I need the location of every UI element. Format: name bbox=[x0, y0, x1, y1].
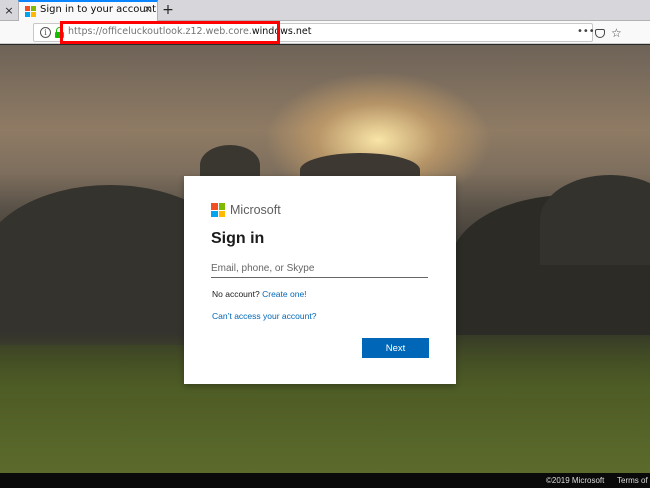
footer: ©2019 Microsoft Terms of use bbox=[0, 473, 650, 488]
copyright-text: ©2019 Microsoft bbox=[546, 476, 605, 485]
close-tab-icon[interactable]: × bbox=[144, 4, 152, 15]
microsoft-logo-icon bbox=[211, 203, 225, 217]
tab-title: Sign in to your account bbox=[40, 4, 157, 15]
browser-tab[interactable]: Sign in to your account × bbox=[18, 0, 158, 21]
microsoft-favicon-icon bbox=[25, 6, 36, 17]
brand-name: Microsoft bbox=[230, 203, 281, 217]
bookmark-star-icon[interactable]: ☆ bbox=[611, 26, 622, 40]
close-tab-icon[interactable]: × bbox=[0, 0, 18, 21]
email-field[interactable] bbox=[211, 259, 428, 278]
tab-bar: × Sign in to your account × + bbox=[0, 0, 650, 21]
no-account-row: No account? Create one! bbox=[212, 289, 307, 299]
terms-link[interactable]: Terms of use bbox=[617, 476, 650, 485]
site-info-icon[interactable]: i bbox=[40, 27, 51, 38]
page-actions-icon[interactable]: ••• bbox=[577, 26, 595, 37]
page-title: Sign in bbox=[211, 230, 265, 247]
new-tab-button[interactable]: + bbox=[160, 0, 176, 21]
pocket-icon[interactable] bbox=[595, 29, 605, 38]
create-account-link[interactable]: Create one! bbox=[262, 289, 306, 299]
sign-in-card: Microsoft Sign in No account? Create one… bbox=[184, 176, 456, 384]
no-account-text: No account? bbox=[212, 289, 260, 299]
next-button[interactable]: Next bbox=[362, 338, 429, 358]
url-highlight-box bbox=[60, 21, 280, 44]
cant-access-link[interactable]: Can’t access your account? bbox=[212, 311, 316, 321]
